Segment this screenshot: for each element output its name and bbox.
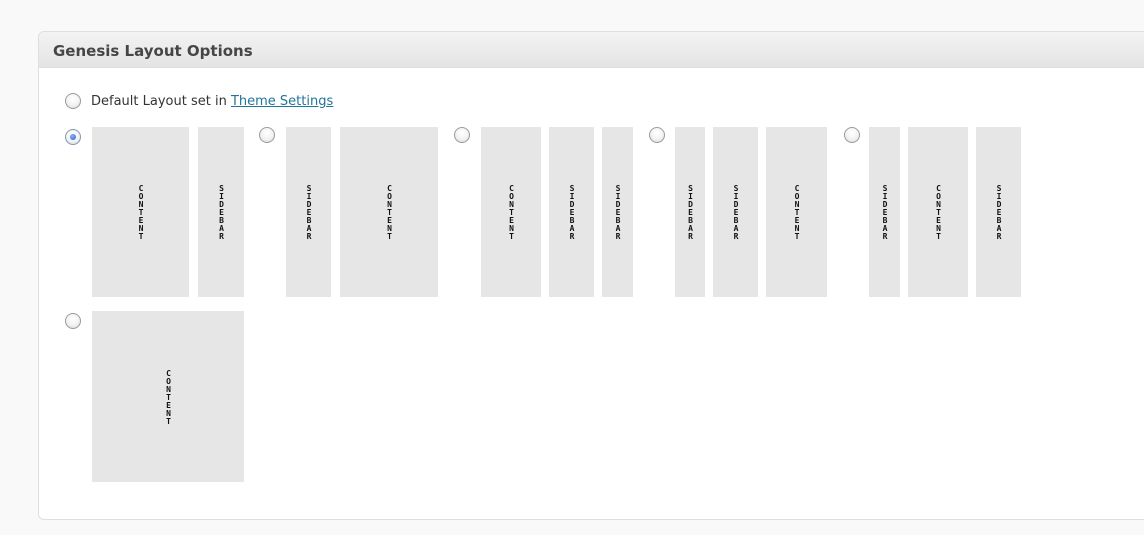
default-layout-label: Default Layout set in Theme Settings [91, 94, 333, 109]
layout-radio-sidebar-content[interactable] [259, 127, 275, 143]
metabox-header[interactable]: Genesis Layout Options [39, 32, 1144, 68]
sidebar-column-label: SIDEBAR [880, 184, 890, 240]
content-column: CONTENT [340, 127, 438, 297]
content-column: CONTENT [766, 127, 827, 297]
sidebar-column: SIDEBAR [976, 127, 1021, 297]
layout-radio-content-sidebar[interactable] [65, 129, 81, 145]
sidebar-column: SIDEBAR [286, 127, 331, 297]
sidebar-column: SIDEBAR [602, 127, 633, 297]
sidebar-column: SIDEBAR [869, 127, 900, 297]
content-column-label: CONTENT [507, 184, 516, 240]
content-column: CONTENT [92, 127, 189, 297]
content-column-label: CONTENT [934, 184, 943, 240]
sidebar-column-label: SIDEBAR [217, 184, 226, 240]
layout-radio-sidebar-content-sidebar[interactable] [844, 127, 860, 143]
sidebar-column-label: SIDEBAR [686, 184, 695, 240]
default-layout-text: Default Layout set in [91, 94, 227, 109]
content-column: CONTENT [92, 311, 244, 482]
sidebar-column-label: SIDEBAR [613, 184, 623, 240]
sidebar-column: SIDEBAR [713, 127, 758, 297]
sidebar-column: SIDEBAR [675, 127, 705, 297]
content-column-label: CONTENT [136, 184, 146, 240]
theme-settings-link[interactable]: Theme Settings [231, 94, 333, 109]
sidebar-column: SIDEBAR [549, 127, 594, 297]
content-column-label: CONTENT [385, 184, 394, 240]
content-column-label: CONTENT [164, 368, 173, 425]
layout-radio-content-sidebar-sidebar[interactable] [454, 127, 470, 143]
sidebar-column: SIDEBAR [198, 127, 244, 297]
sidebar-column-label: SIDEBAR [731, 184, 741, 240]
sidebar-column-label: SIDEBAR [304, 184, 314, 240]
sidebar-column-label: SIDEBAR [567, 184, 577, 240]
selected-dot-icon [70, 134, 76, 140]
layout-radio-sidebar-sidebar-content[interactable] [649, 127, 665, 143]
content-column: CONTENT [908, 127, 968, 297]
default-layout-radio[interactable] [65, 93, 81, 109]
content-column: CONTENT [481, 127, 541, 297]
metabox-title: Genesis Layout Options [53, 42, 253, 60]
content-column-label: CONTENT [792, 184, 802, 240]
sidebar-column-label: SIDEBAR [994, 184, 1004, 240]
layout-radio-full-width-content[interactable] [65, 313, 81, 329]
